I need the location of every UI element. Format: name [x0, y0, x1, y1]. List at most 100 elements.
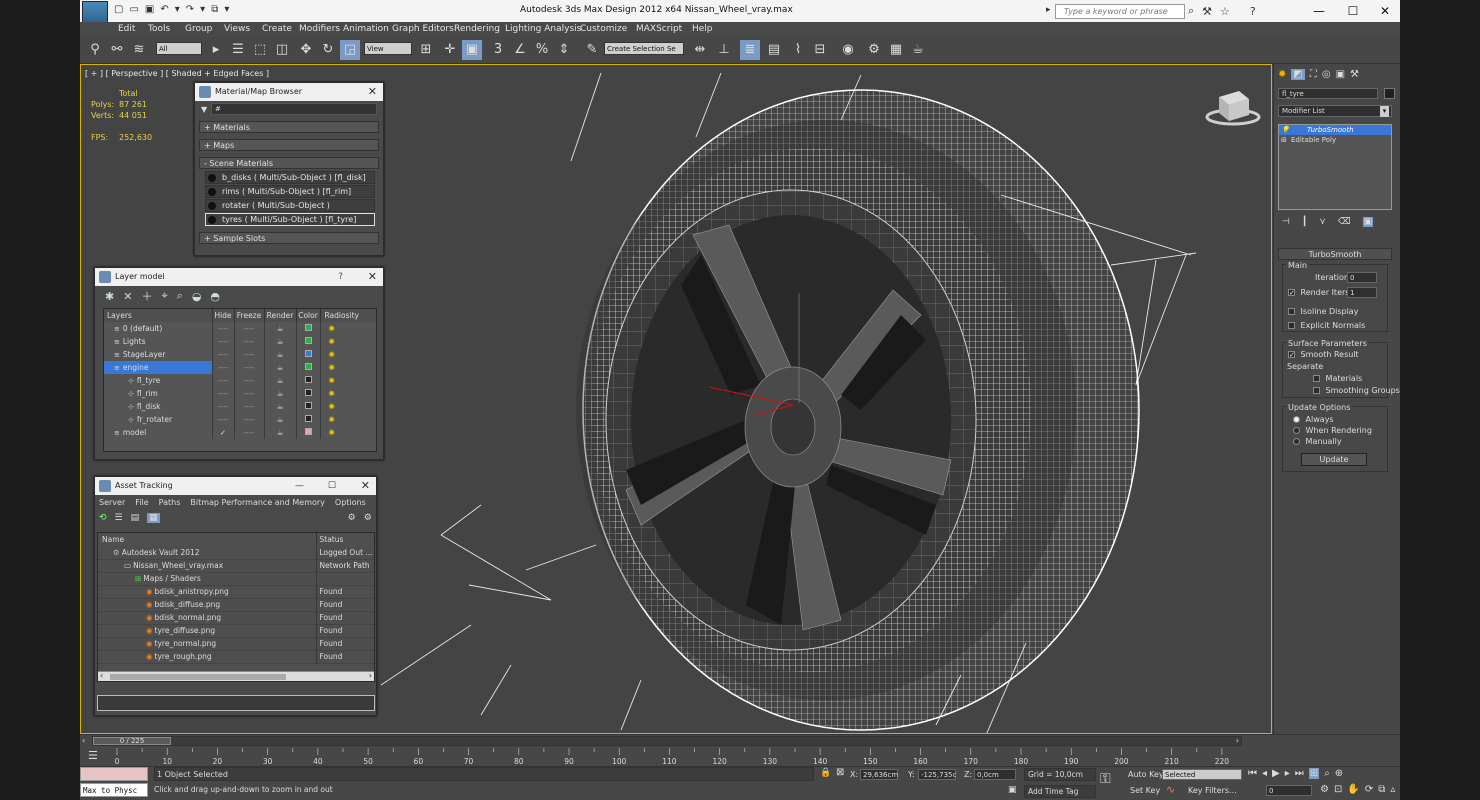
layer-freeze-cell[interactable]: ---- — [234, 361, 265, 374]
layer-render-cell[interactable]: ☕ — [264, 387, 297, 400]
vault-icon[interactable]: ⚙ — [348, 513, 356, 523]
rectangular-selection-icon[interactable]: ⬚ — [250, 40, 270, 60]
layer-hide-cell[interactable]: ---- — [212, 374, 235, 387]
close-button[interactable]: ✕ — [1370, 2, 1400, 20]
menu-views[interactable]: Views — [224, 24, 250, 34]
layer-render-cell[interactable]: ☕ — [264, 374, 297, 387]
layer-hide-cell[interactable]: ---- — [212, 335, 235, 348]
select-by-name-icon[interactable]: ☰ — [228, 40, 248, 60]
rotate-icon[interactable]: ↻ — [318, 40, 338, 60]
new-file-icon[interactable]: ▢ — [114, 4, 123, 15]
maximize-button[interactable]: ☐ — [1338, 2, 1368, 20]
pivot-center-icon[interactable]: ⊞ — [416, 40, 436, 60]
help-icon[interactable]: ? — [1250, 5, 1256, 18]
current-frame-field[interactable]: 0 — [1266, 785, 1312, 796]
layer-render-cell[interactable]: ☕ — [264, 335, 297, 348]
edit-named-selection-icon[interactable]: ✎ — [582, 40, 602, 60]
layer-hide-cell[interactable]: ---- — [212, 387, 235, 400]
material-item-selected[interactable]: tyres ( Multi/Sub-Object ) [fl_tyre] — [205, 213, 375, 226]
layer-hide-cell[interactable]: ---- — [212, 348, 235, 361]
layer-row[interactable]: ≡ 0 (default) ---- ---- ☕ ✺ — [104, 322, 376, 335]
asset-name-cell[interactable]: ◉ tyre_rough.png — [98, 650, 317, 664]
window-crossing-icon[interactable]: ◫ — [272, 40, 292, 60]
materials-checkbox[interactable] — [1313, 375, 1320, 382]
asset-name-cell[interactable]: ◉ tyre_normal.png — [98, 637, 317, 651]
layer-freeze-cell[interactable]: ---- — [234, 426, 265, 439]
layer-radiosity-cell[interactable]: ✺ — [320, 322, 376, 335]
layer-radiosity-cell[interactable]: ✺ — [320, 400, 376, 413]
layer-manager-icon[interactable]: ≣ — [740, 40, 760, 60]
search-input[interactable]: Type a keyword or phrase — [1055, 4, 1185, 19]
modifier-list-dropdown[interactable]: Modifier List ▾ — [1278, 105, 1392, 117]
add-time-tag-button[interactable]: Add Time Tag — [1024, 785, 1096, 798]
table-view-icon[interactable]: ▦ — [147, 513, 160, 523]
stack-item-editable-poly[interactable]: ⊞ Editable Poly — [1279, 135, 1391, 145]
maxscript-mini-listener[interactable]: Max to Physc — [80, 783, 148, 797]
layer-radiosity-cell[interactable]: ✺ — [320, 348, 376, 361]
redo-dropdown-icon[interactable]: ▾ — [200, 4, 205, 15]
align-icon[interactable]: ⊥ — [714, 40, 734, 60]
named-selection-dropdown[interactable]: Create Selection Se — [604, 42, 684, 55]
layer-radiosity-cell[interactable]: ✺ — [320, 335, 376, 348]
col-render[interactable]: Render — [264, 309, 297, 322]
smoothing-groups-checkbox[interactable] — [1313, 387, 1320, 394]
rendered-frame-window-icon[interactable]: ▦ — [886, 40, 906, 60]
pin-stack-icon[interactable]: ⊣ — [1282, 217, 1290, 227]
absolute-mode-icon[interactable]: ⊠ — [836, 767, 844, 778]
layer-hide-cell[interactable]: ---- — [212, 361, 235, 374]
freeze-all-layers-icon[interactable]: ◓ — [210, 290, 220, 303]
unlink-icon[interactable]: ⚯ — [107, 40, 127, 60]
key-tangent-icon[interactable]: ∿ — [1166, 783, 1175, 796]
layer-freeze-cell[interactable]: ---- — [234, 322, 265, 335]
x-coordinate-field[interactable]: 29,636cm — [860, 769, 898, 780]
layer-radiosity-cell[interactable]: ✺ — [320, 361, 376, 374]
layer-color-cell[interactable] — [296, 413, 321, 426]
layer-name-cell[interactable]: ≡ 0 (default) — [104, 322, 213, 335]
menu-lighting-analysis[interactable]: Lighting Analysis — [505, 24, 581, 34]
select-manipulate-icon[interactable]: ✛ — [440, 40, 460, 60]
object-name-field[interactable]: fl_tyre — [1278, 88, 1378, 99]
layer-manager-close-icon[interactable]: ✕ — [368, 268, 377, 286]
render-production-icon[interactable]: ☕ — [908, 40, 928, 60]
menu-help[interactable]: Help — [692, 24, 713, 34]
manually-radio[interactable] — [1293, 438, 1300, 445]
angle-snap-icon[interactable]: ∠ — [510, 40, 530, 60]
key-mode-toggle-icon[interactable]: ⊞ — [1308, 768, 1320, 779]
zoom-icon[interactable]: ⌕ — [1324, 768, 1330, 779]
asset-row[interactable]: ▭ Nissan_Wheel_vray.max Network Path — [98, 559, 374, 573]
render-setup-icon[interactable]: ⚙ — [864, 40, 884, 60]
asset-menu-options[interactable]: Options — [335, 498, 366, 507]
asset-row[interactable]: ⚙ Autodesk Vault 2012 Logged Out ... — [98, 546, 374, 560]
mirror-icon[interactable]: ⇹ — [690, 40, 710, 60]
col-status[interactable]: Status — [316, 533, 374, 546]
update-button[interactable]: Update — [1301, 453, 1367, 466]
menu-graph-editors[interactable]: Graph Editors — [392, 24, 454, 34]
sample-slots-section[interactable]: + Sample Slots — [199, 232, 379, 244]
create-layer-icon[interactable]: ✱ — [105, 290, 114, 303]
key-mode-icon[interactable]: ⚿ — [1100, 771, 1111, 787]
layer-render-cell[interactable]: ☕ — [264, 322, 297, 335]
menu-maxscript[interactable]: MAXScript — [636, 24, 682, 34]
graphite-ribbon-icon[interactable]: ▤ — [764, 40, 784, 60]
asset-menu-bitmap[interactable]: Bitmap Performance and Memory — [190, 498, 325, 507]
layer-color-cell[interactable] — [296, 426, 321, 439]
next-frame-icon[interactable]: › — [1236, 736, 1239, 745]
asset-name-cell[interactable]: ▭ Nissan_Wheel_vray.max — [98, 559, 317, 573]
iterations-spinner[interactable]: 0 — [1347, 272, 1377, 283]
scene-materials-section[interactable]: - Scene Materials — [199, 157, 379, 169]
layer-freeze-cell[interactable]: ---- — [234, 348, 265, 361]
zoom-all-icon[interactable]: ⊕ — [1335, 768, 1343, 779]
search-options-icon[interactable]: ▼ — [201, 105, 207, 114]
layer-color-cell[interactable] — [296, 400, 321, 413]
when-rendering-radio[interactable] — [1293, 427, 1300, 434]
y-coordinate-field[interactable]: -125,735c — [918, 769, 956, 780]
always-radio[interactable] — [1293, 416, 1300, 423]
material-item[interactable]: rotater ( Multi/Sub-Object ) [fr_rotater… — [205, 199, 375, 222]
field-of-view-icon[interactable]: ▵ — [1390, 784, 1395, 795]
prev-frame-icon[interactable]: ‹ — [82, 736, 85, 745]
col-hide[interactable]: Hide — [212, 309, 235, 322]
layer-hide-cell[interactable]: ✓ — [212, 426, 235, 439]
refresh-icon[interactable]: ⟲ — [99, 513, 107, 523]
layer-color-cell[interactable] — [296, 387, 321, 400]
go-to-end-icon[interactable]: ⏭ — [1295, 768, 1304, 779]
